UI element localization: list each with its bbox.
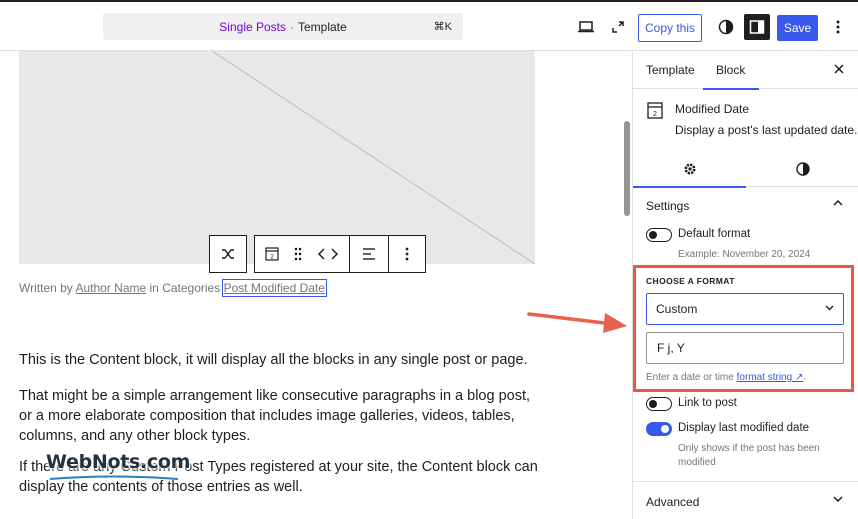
title-separator: · — [290, 19, 294, 34]
drag-handle-icon[interactable] — [289, 236, 307, 272]
settings-panel-header[interactable]: Settings — [633, 186, 858, 226]
default-format-label: Default format — [678, 228, 751, 240]
post-byline: Written by Author Name in Categories Pos… — [19, 279, 327, 297]
block-toolbar-main-group: 2 — [254, 235, 426, 273]
format-help-suffix: . — [803, 372, 807, 383]
format-string-input[interactable] — [646, 332, 844, 364]
editor-canvas: 2 Written by Author Name in Categories P… — [0, 51, 632, 519]
link-to-post-label: Link to post — [678, 397, 737, 409]
settings-sidebar-toggle[interactable] — [744, 14, 770, 40]
document-kind: Template — [298, 19, 347, 34]
tab-block[interactable]: Block — [702, 51, 760, 90]
link-to-post-toggle[interactable] — [646, 397, 672, 411]
move-arrows-icon[interactable] — [307, 236, 349, 272]
more-options-icon[interactable] — [826, 15, 850, 39]
block-toolbar: 2 — [209, 235, 426, 273]
block-description: Display a post's last updated date. — [675, 123, 858, 137]
post-modified-date-block[interactable]: Post Modified Date — [221, 279, 327, 297]
svg-text:2: 2 — [270, 254, 274, 261]
calendar-block-icon[interactable]: 2 — [255, 236, 289, 272]
inspector-subtabs — [633, 151, 858, 188]
select-parent-icon[interactable] — [210, 236, 246, 272]
last-modified-label: Display last modified date — [678, 422, 810, 434]
tab-template[interactable]: Template — [646, 51, 695, 89]
align-left-icon[interactable] — [350, 236, 388, 272]
svg-text:2: 2 — [653, 111, 657, 118]
byline-middle: in Categories — [149, 281, 221, 295]
content-paragraph[interactable]: This is the Content block, it will displ… — [19, 350, 539, 370]
settings-gear-icon[interactable] — [633, 151, 746, 188]
block-title: Modified Date — [675, 102, 750, 116]
block-options-icon[interactable] — [389, 236, 425, 272]
format-select[interactable]: Custom — [646, 293, 844, 325]
canvas-scrollbar[interactable] — [624, 121, 630, 216]
advanced-panel-header[interactable]: Advanced — [633, 482, 858, 519]
external-view-icon[interactable] — [606, 15, 630, 39]
format-select-value: Custom — [656, 302, 698, 316]
styles-half-circle-icon[interactable] — [746, 151, 858, 187]
desktop-preview-icon[interactable] — [574, 15, 598, 39]
settings-sidebar: Template Block 2 Modified Date Display a… — [632, 51, 858, 519]
content-paragraph[interactable]: That might be a simple arrangement like … — [19, 386, 539, 446]
last-modified-help: Only shows if the post has been modified — [678, 443, 820, 468]
command-palette-bar[interactable]: Single Posts · Template ⌘K — [103, 13, 463, 40]
byline-prefix: Written by — [19, 281, 73, 295]
sidebar-icon — [749, 20, 765, 34]
calendar-icon: 2 — [647, 101, 663, 122]
shortcut-hint: ⌘K — [433, 21, 452, 33]
editor-header: Single Posts · Template ⌘K Copy this Sav… — [0, 0, 858, 51]
styles-icon[interactable] — [714, 15, 738, 39]
featured-image-placeholder[interactable] — [19, 51, 536, 265]
last-modified-toggle[interactable] — [646, 422, 672, 436]
copy-button[interactable]: Copy this — [638, 14, 702, 42]
chevron-down-icon — [833, 496, 843, 502]
default-format-example: Example: November 20, 2024 — [678, 249, 811, 260]
close-icon[interactable] — [831, 61, 847, 77]
document-title: Single Posts — [219, 19, 286, 34]
webnots-watermark: WebNots.com — [46, 451, 191, 473]
placeholder-diagonal — [211, 51, 536, 265]
settings-panel-title: Settings — [646, 199, 690, 213]
advanced-panel-title: Advanced — [646, 495, 700, 509]
annotation-arrow-icon — [527, 312, 627, 333]
save-button[interactable]: Save — [777, 15, 818, 41]
default-format-toggle[interactable] — [646, 228, 672, 242]
author-name-link[interactable]: Author Name — [75, 281, 146, 295]
watermark-swoosh — [49, 475, 179, 480]
block-toolbar-parent-group — [209, 235, 247, 273]
choose-format-label: CHOOSE A FORMAT — [646, 276, 735, 286]
format-help-prefix: Enter a date or time — [646, 372, 734, 383]
chevron-up-icon — [833, 200, 843, 206]
chevron-down-icon — [825, 305, 834, 311]
format-string-link[interactable]: format string ↗ — [737, 372, 804, 383]
sidebar-tabs: Template Block — [633, 51, 858, 90]
format-help-text: Enter a date or time format string ↗. — [646, 372, 806, 383]
